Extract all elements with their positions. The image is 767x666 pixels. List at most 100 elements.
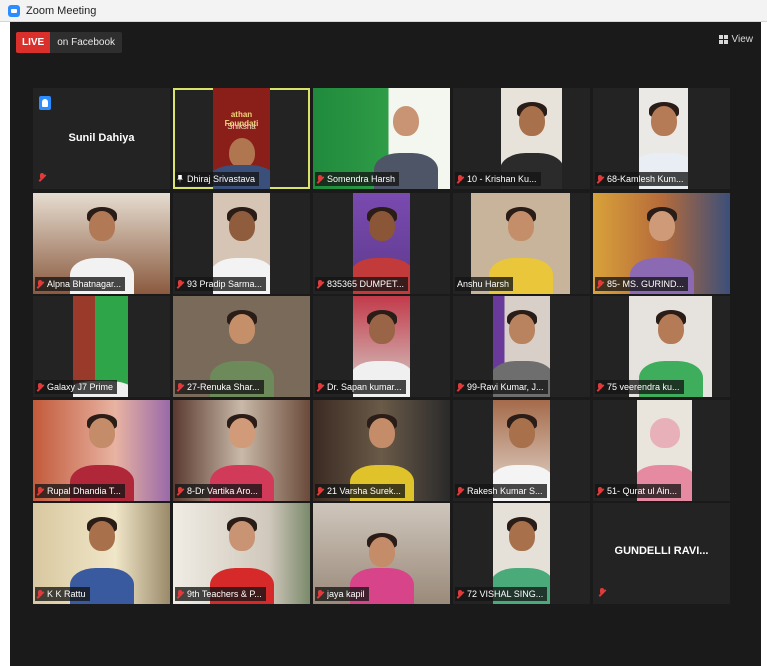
participant-tile[interactable]: Rupal Dhandia T...	[33, 400, 170, 501]
name-label: 68-Kamlesh Kum...	[595, 172, 688, 186]
participant-tile[interactable]: Anshu Harsh	[453, 193, 590, 294]
participant-tile[interactable]: 10 - Krishan Ku...	[453, 88, 590, 189]
participant-name: 21 Varsha Surek...	[327, 486, 401, 496]
zoom-app-icon	[8, 4, 20, 17]
grid-view-icon	[718, 35, 728, 44]
raised-hand-icon	[39, 96, 51, 110]
participant-name: 68-Kamlesh Kum...	[607, 174, 684, 184]
participant-tile[interactable]: 99-Ravi Kumar, J...	[453, 296, 590, 397]
participant-tile[interactable]: 75 veerendra ku...	[593, 296, 730, 397]
name-label: 51- Qurat ul Ain...	[595, 484, 682, 498]
participant-name: Dr. Sapan kumar...	[327, 382, 402, 392]
participant-tile[interactable]: 68-Kamlesh Kum...	[593, 88, 730, 189]
muted-mic-icon	[597, 486, 603, 496]
muted-mic-icon	[37, 486, 43, 496]
participant-name: 9th Teachers & P...	[187, 589, 262, 599]
name-label: 99-Ravi Kumar, J...	[455, 380, 548, 394]
muted-mic-icon	[317, 382, 323, 392]
participant-name: K K Rattu	[47, 589, 86, 599]
participant-tile[interactable]: Somendra Harsh	[313, 88, 450, 189]
name-label: 9th Teachers & P...	[175, 587, 266, 601]
name-label: 835365 DUMPET...	[315, 277, 409, 291]
participant-tile[interactable]: 93 Pradip Sarma...	[173, 193, 310, 294]
participant-name: Anshu Harsh	[457, 279, 510, 289]
muted-mic-icon	[37, 279, 43, 289]
live-badge[interactable]: LIVE on Facebook	[16, 32, 123, 53]
muted-mic-icon	[317, 279, 323, 289]
participant-name: 75 veerendra ku...	[607, 382, 680, 392]
participant-tile[interactable]: 85- MS. GURIND...	[593, 193, 730, 294]
muted-mic-icon	[177, 382, 183, 392]
participant-name: GUNDELLI RAVI...	[614, 545, 709, 557]
name-label: Alpna Bhatnagar...	[35, 277, 126, 291]
participant-name: 10 - Krishan Ku...	[467, 174, 537, 184]
participant-tile[interactable]: Galaxy J7 Prime	[33, 296, 170, 397]
name-label: Somendra Harsh	[315, 172, 400, 186]
name-label: Rakesh Kumar S...	[455, 484, 547, 498]
participant-tile[interactable]: 21 Varsha Surek...	[313, 400, 450, 501]
participant-name: Rakesh Kumar S...	[467, 486, 543, 496]
participant-tile[interactable]: 27-Renuka Shar...	[173, 296, 310, 397]
muted-mic-icon	[457, 382, 463, 392]
muted-mic-icon	[457, 589, 463, 599]
name-label: K K Rattu	[35, 587, 90, 601]
pin-icon	[177, 174, 183, 184]
muted-mic-icon	[177, 279, 183, 289]
view-button[interactable]: View	[718, 34, 754, 45]
participant-tile[interactable]: 72 VISHAL SING...	[453, 503, 590, 604]
muted-mic-icon	[457, 174, 463, 184]
participant-tile[interactable]: K K Rattu	[33, 503, 170, 604]
name-label: 10 - Krishan Ku...	[455, 172, 541, 186]
muted-mic-icon	[317, 589, 323, 599]
participant-tile[interactable]: Dr. Sapan kumar...	[313, 296, 450, 397]
participant-name: Dhiraj Srivastava	[187, 174, 256, 184]
participant-name: 8-Dr Vartika Aro...	[187, 486, 258, 496]
participant-name: 72 VISHAL SING...	[467, 589, 544, 599]
name-label: 72 VISHAL SING...	[455, 587, 548, 601]
muted-mic-icon	[39, 173, 45, 182]
participant-tile[interactable]: 9th Teachers & P...	[173, 503, 310, 604]
muted-mic-icon	[177, 589, 183, 599]
participant-tile[interactable]: Rakesh Kumar S...	[453, 400, 590, 501]
participant-tile[interactable]: 8-Dr Vartika Aro...	[173, 400, 310, 501]
participant-tile[interactable]: 51- Qurat ul Ain...	[593, 400, 730, 501]
name-label: 85- MS. GURIND...	[595, 277, 689, 291]
participant-name: Rupal Dhandia T...	[47, 486, 121, 496]
name-label: Dhiraj Srivastava	[175, 172, 260, 186]
window-title: Zoom Meeting	[26, 4, 97, 17]
muted-mic-icon	[597, 382, 603, 392]
muted-mic-icon	[597, 279, 603, 289]
muted-mic-icon	[599, 588, 605, 597]
participant-tile[interactable]: jaya kapil	[313, 503, 450, 604]
name-label: Anshu Harsh	[455, 277, 514, 291]
muted-mic-icon	[457, 486, 463, 496]
participant-tile[interactable]: Alpna Bhatnagar...	[33, 193, 170, 294]
participant-name: 99-Ravi Kumar, J...	[467, 382, 544, 392]
participant-name: Alpna Bhatnagar...	[47, 279, 122, 289]
participant-name: Galaxy J7 Prime	[47, 382, 114, 392]
participant-tile-active-speaker[interactable]: athan Foundati Shiksha Dhiraj Srivastava	[173, 88, 310, 189]
muted-mic-icon	[37, 382, 43, 392]
name-label: 21 Varsha Surek...	[315, 484, 405, 498]
participant-name: jaya kapil	[327, 589, 365, 599]
name-label: 27-Renuka Shar...	[175, 380, 264, 394]
participant-tile[interactable]: Sunil Dahiya	[33, 88, 170, 189]
name-label: Dr. Sapan kumar...	[315, 380, 406, 394]
name-label: 8-Dr Vartika Aro...	[175, 484, 262, 498]
participant-name: Somendra Harsh	[327, 174, 396, 184]
participant-name: 85- MS. GURIND...	[607, 279, 685, 289]
muted-mic-icon	[317, 486, 323, 496]
participant-tile[interactable]: 835365 DUMPET...	[313, 193, 450, 294]
meeting-window: LIVE on Facebook View Sunil Dahiya athan…	[10, 22, 761, 666]
participant-tile[interactable]: GUNDELLI RAVI...	[593, 503, 730, 604]
name-label: 93 Pradip Sarma...	[175, 277, 267, 291]
name-label: jaya kapil	[315, 587, 369, 601]
participant-name: 51- Qurat ul Ain...	[607, 486, 678, 496]
muted-mic-icon	[177, 486, 183, 496]
name-label: Rupal Dhandia T...	[35, 484, 125, 498]
live-label: LIVE	[16, 32, 51, 53]
facebook-label: on Facebook	[50, 32, 123, 53]
view-label: View	[731, 34, 754, 45]
banner-line2: Shiksha	[227, 122, 256, 131]
name-label: Galaxy J7 Prime	[35, 380, 118, 394]
